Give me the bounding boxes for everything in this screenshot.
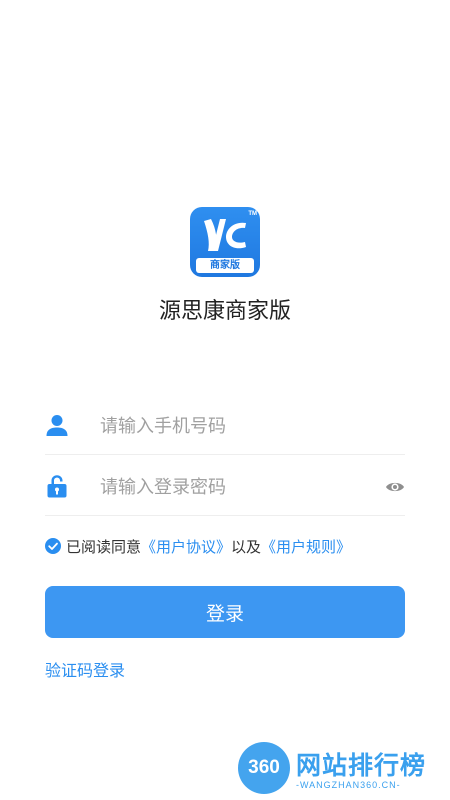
login-screen: TM 商家版 源思康商家版 已阅读同意 《用户协议》 (0, 0, 450, 800)
app-logo-mark-icon (204, 219, 246, 251)
agreement-prefix: 已阅读同意 (66, 537, 142, 556)
app-logo: TM 商家版 (190, 207, 260, 277)
watermark-subtitle: -WANGZHAN360.CN- (296, 780, 401, 790)
phone-field-row (45, 398, 405, 455)
lock-icon (47, 475, 67, 498)
trademark-label: TM (248, 211, 257, 217)
app-logo-subtitle: 商家版 (196, 258, 254, 273)
password-input[interactable] (100, 459, 360, 515)
login-button[interactable]: 登录 (45, 586, 405, 638)
user-agreement-link[interactable]: 《用户协议》 (141, 536, 231, 557)
user-icon (46, 415, 68, 436)
checkbox-checked-icon[interactable] (45, 538, 61, 554)
user-rules-link[interactable]: 《用户规则》 (261, 536, 351, 557)
sms-code-login-link[interactable]: 验证码登录 (45, 657, 125, 681)
watermark-badge: 360 (238, 742, 290, 794)
agreement-connector: 以及 (231, 537, 262, 556)
watermark: 360 网站排行榜 -WANGZHAN360.CN- (238, 740, 448, 798)
agreement-row: 已阅读同意 《用户协议》 以及 《用户规则》 (45, 535, 351, 557)
password-field-row (45, 459, 405, 516)
phone-input[interactable] (100, 398, 360, 454)
watermark-title: 网站排行榜 (296, 751, 427, 780)
eye-icon[interactable] (385, 478, 405, 496)
app-name: 源思康商家版 (158, 299, 291, 324)
